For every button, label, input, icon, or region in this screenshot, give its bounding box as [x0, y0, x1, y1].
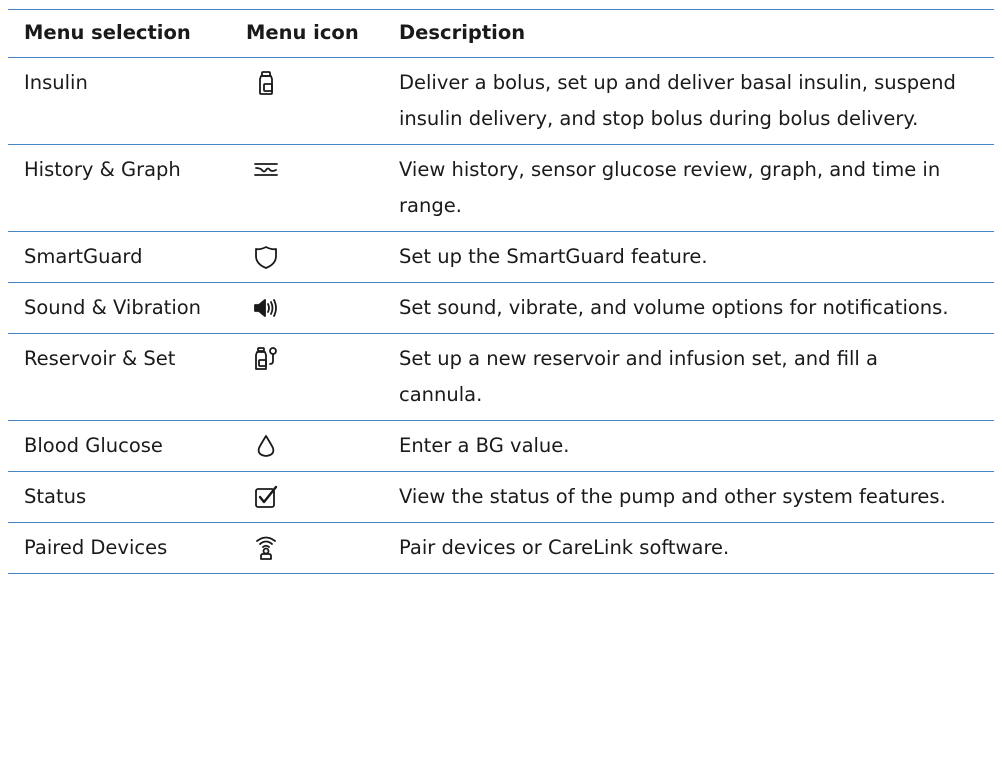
description-insulin: Deliver a bolus, set up and deliver basa…	[399, 71, 956, 130]
menu-selection-reservoir-set: Reservoir & Set	[24, 347, 176, 370]
table-row: SmartGuard Set up the SmartGuard feature…	[8, 231, 994, 282]
insulin-vial-icon	[253, 70, 279, 96]
description-smartguard: Set up the SmartGuard feature.	[399, 245, 708, 268]
table-row: Reservoir & Set Set up a new reservoir a…	[8, 333, 994, 420]
menu-selection-history-graph: History & Graph	[24, 158, 181, 181]
menu-selection-insulin: Insulin	[24, 71, 88, 94]
paired-devices-icon	[253, 535, 279, 561]
table-row: Sound & Vibration Set sound, vibrate, an…	[8, 282, 994, 333]
history-graph-icon	[253, 157, 279, 183]
blood-drop-icon	[253, 433, 279, 459]
description-paired-devices: Pair devices or CareLink software.	[399, 536, 730, 559]
checkbox-icon	[253, 484, 279, 510]
description-sound-vibration: Set sound, vibrate, and volume options f…	[399, 296, 949, 319]
description-reservoir-set: Set up a new reservoir and infusion set,…	[399, 347, 878, 406]
shield-icon	[253, 244, 279, 270]
menu-selection-sound-vibration: Sound & Vibration	[24, 296, 202, 319]
description-status: View the status of the pump and other sy…	[399, 485, 946, 508]
header-description: Description	[399, 21, 526, 44]
menu-table: Menu selection Menu icon Description Ins…	[8, 9, 994, 574]
table-row: Status View the status of the pump and o…	[8, 471, 994, 522]
description-blood-glucose: Enter a BG value.	[399, 434, 570, 457]
menu-selection-status: Status	[24, 485, 87, 508]
menu-selection-smartguard: SmartGuard	[24, 245, 143, 268]
table-row: Blood Glucose Enter a BG value.	[8, 420, 994, 471]
table-header-row: Menu selection Menu icon Description	[8, 9, 994, 57]
description-history-graph: View history, sensor glucose review, gra…	[399, 158, 941, 217]
header-menu-selection: Menu selection	[24, 21, 191, 44]
table-row: Paired Devices Pair devices or CareLink …	[8, 522, 994, 574]
menu-selection-blood-glucose: Blood Glucose	[24, 434, 163, 457]
menu-selection-paired-devices: Paired Devices	[24, 536, 168, 559]
table-row: History & Graph View history, sensor glu…	[8, 144, 994, 231]
speaker-icon	[253, 295, 279, 321]
reservoir-set-icon	[253, 346, 279, 372]
table-row: Insulin Deliver a bolus, set up and deli…	[8, 57, 994, 144]
header-menu-icon: Menu icon	[246, 21, 359, 44]
